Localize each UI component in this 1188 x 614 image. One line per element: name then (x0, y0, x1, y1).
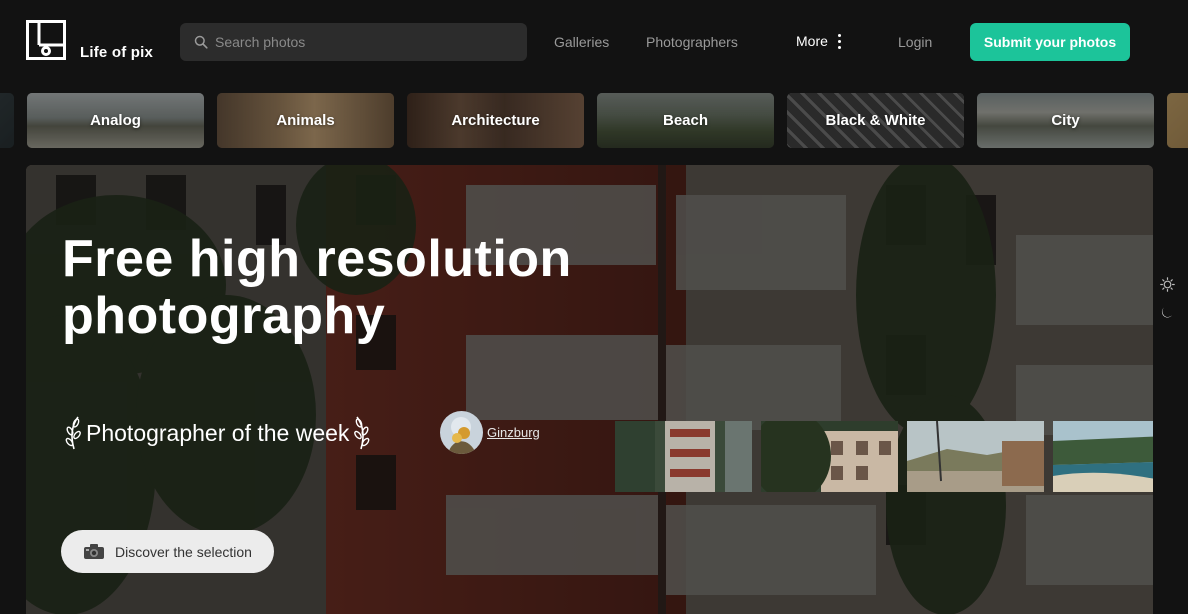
search-icon (194, 35, 208, 49)
thumbnail-photo-2[interactable] (761, 421, 898, 492)
category-strip: Analog Animals Architecture Beach Black … (0, 93, 1188, 149)
category-label: Animals (276, 112, 335, 129)
brand-name: Life of pix (80, 44, 154, 61)
category-city[interactable]: City (977, 93, 1154, 148)
discover-selection-button[interactable]: Discover the selection (61, 530, 274, 573)
sun-icon[interactable] (1160, 277, 1175, 292)
photographer-name-link[interactable]: Ginzburg (487, 425, 540, 440)
hero-section: Free high resolution photography Photogr… (26, 165, 1153, 614)
photographer-avatar[interactable] (440, 411, 483, 454)
category-tile-partial-left[interactable] (0, 93, 14, 148)
photographer-of-week-label: Photographer of the week (86, 419, 350, 446)
photographer-of-week: Photographer of the week (64, 413, 371, 453)
logo-link[interactable]: Life of pix (26, 20, 154, 61)
hero-title-line2: photography (62, 287, 386, 345)
category-analog[interactable]: Analog (27, 93, 204, 148)
search-bar[interactable] (180, 23, 527, 61)
category-label: Analog (90, 112, 141, 129)
submit-photos-button[interactable]: Submit your photos (970, 23, 1130, 61)
category-label: Black & White (825, 112, 926, 129)
camera-icon (83, 543, 105, 560)
search-input[interactable] (215, 34, 515, 50)
thumbnail-photo-4[interactable] (1053, 421, 1153, 492)
moon-icon[interactable] (1160, 305, 1175, 320)
discover-selection-label: Discover the selection (115, 543, 252, 560)
photographer-thumbnails (615, 421, 1153, 492)
more-vertical-icon (837, 33, 841, 49)
hero-title-line1: Free high resolution (62, 230, 572, 288)
category-label: Beach (662, 112, 709, 129)
nav-more[interactable]: More (796, 33, 841, 49)
category-architecture[interactable]: Architecture (407, 93, 584, 148)
category-label: City (1051, 112, 1080, 129)
nav-more-label: More (796, 33, 828, 49)
thumbnail-photo-1[interactable] (615, 421, 752, 492)
site-header: Life of pix Galleries Photographers More… (0, 0, 1188, 84)
thumbnail-photo-3[interactable] (907, 421, 1044, 492)
laurel-right-icon (354, 416, 370, 450)
category-beach[interactable]: Beach (597, 93, 774, 148)
category-label: Architecture (451, 112, 540, 129)
nav-galleries[interactable]: Galleries (554, 34, 609, 50)
hero-title: Free high resolution photography (62, 231, 662, 345)
category-black-white[interactable]: Black & White (787, 93, 964, 148)
laurel-left-icon (65, 416, 81, 450)
life-of-pix-logo-icon (26, 20, 66, 60)
category-tile-partial-right[interactable] (1167, 93, 1188, 148)
category-animals[interactable]: Animals (217, 93, 394, 148)
nav-photographers[interactable]: Photographers (646, 34, 738, 50)
nav-login[interactable]: Login (898, 34, 932, 50)
